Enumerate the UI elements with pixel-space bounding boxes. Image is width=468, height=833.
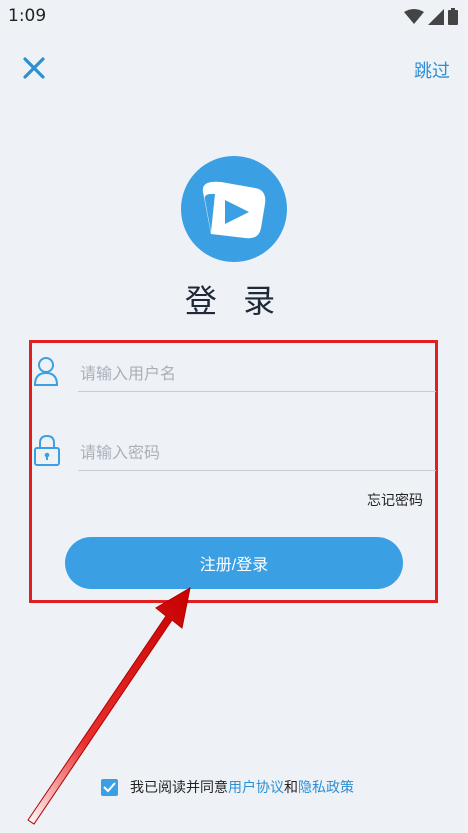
agreement-row: 我已阅读并同意 用户协议 和 隐私政策 [101,777,354,797]
close-icon[interactable] [22,56,46,80]
status-time: 1:09 [8,6,47,26]
agreement-checkbox[interactable] [101,778,118,796]
privacy-policy-link[interactable]: 隐私政策 [298,777,354,797]
app-logo [181,156,287,262]
agreement-and: 和 [284,780,298,796]
wifi-icon [404,8,424,24]
battery-icon [448,8,458,25]
status-icons [404,8,458,25]
user-icon [33,357,59,386]
user-agreement-link[interactable]: 用户协议 [228,777,284,797]
forgot-password-link[interactable]: 忘记密码 [367,490,423,510]
status-bar: 1:09 [0,0,468,34]
lock-icon [34,434,60,466]
page-title: 登 录 [184,282,284,320]
check-icon [103,781,116,792]
password-input[interactable] [78,435,436,471]
register-login-button[interactable]: 注册/登录 [65,537,403,589]
username-input[interactable] [78,356,436,392]
signal-icon [428,8,444,25]
skip-button[interactable]: 跳过 [414,57,450,83]
agreement-prefix: 我已阅读并同意 [130,780,228,796]
